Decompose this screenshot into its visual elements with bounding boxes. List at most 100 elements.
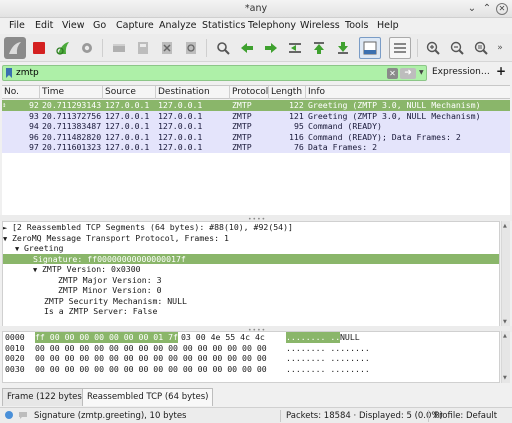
- col-header-destination[interactable]: Destination: [158, 87, 210, 97]
- packet-destination: 127.0.0.1: [158, 110, 203, 121]
- more-tools-chevron-icon[interactable]: »: [492, 37, 508, 59]
- menu-file[interactable]: File: [9, 20, 25, 31]
- menu-analyze[interactable]: Analyze: [159, 20, 196, 31]
- menu-statistics[interactable]: Statistics: [202, 20, 245, 31]
- find-packet-icon[interactable]: [212, 37, 234, 59]
- add-filter-button[interactable]: +: [496, 64, 506, 78]
- menu-wireless[interactable]: Wireless: [300, 20, 340, 31]
- detail-row-zmtp[interactable]: ▼ ZeroMQ Message Transport Protocol, Fram…: [3, 233, 499, 244]
- go-first-packet-icon[interactable]: [308, 37, 330, 59]
- packet-source: 127.0.0.1: [105, 100, 150, 110]
- open-file-icon[interactable]: [108, 37, 130, 59]
- capture-options-gear-icon[interactable]: [76, 37, 98, 59]
- detail-row-mechanism[interactable]: ZMTP Security Mechanism: NULL: [3, 296, 499, 307]
- detail-row-server[interactable]: Is a ZMTP Server: False: [3, 306, 499, 317]
- col-header-length[interactable]: Length: [271, 87, 302, 97]
- hex-offset: 0020: [5, 353, 25, 363]
- go-last-packet-icon[interactable]: [332, 37, 354, 59]
- packet-row[interactable]: 93 20.711372756 127.0.0.1 127.0.0.1 ZMTP…: [2, 110, 510, 121]
- tab-frame[interactable]: Frame (122 bytes): [2, 388, 91, 406]
- col-header-source[interactable]: Source: [105, 87, 136, 97]
- stop-capture-icon[interactable]: [28, 37, 50, 59]
- col-header-no[interactable]: No.: [4, 87, 19, 97]
- apply-filter-arrow-icon[interactable]: ➜: [400, 68, 416, 79]
- clear-filter-icon[interactable]: ✕: [387, 68, 398, 79]
- expression-button[interactable]: Expression…: [432, 67, 490, 77]
- filter-history-dropdown-icon[interactable]: ▼: [419, 69, 424, 76]
- hex-offset: 0000: [5, 332, 25, 342]
- restart-capture-icon[interactable]: [52, 37, 74, 59]
- maximize-icon[interactable]: ⌃: [481, 3, 493, 15]
- menu-help[interactable]: Help: [377, 20, 399, 31]
- menu-tools[interactable]: Tools: [345, 20, 368, 31]
- ascii-text: ........ ........: [286, 353, 370, 363]
- bytes-scrollbar[interactable]: ▲ ▼: [501, 331, 510, 383]
- col-header-time[interactable]: Time: [42, 87, 64, 97]
- packet-row[interactable]: ↕ 92 20.711293143 127.0.0.1 127.0.0.1 ZM…: [2, 100, 510, 111]
- tab-reassembled-tcp[interactable]: Reassembled TCP (64 bytes): [82, 388, 214, 406]
- hex-row[interactable]: 0010 00 00 00 00 00 00 00 00 00 00 00 00…: [3, 343, 499, 354]
- go-forward-icon[interactable]: [260, 37, 282, 59]
- detail-text: [2 Reassembled TCP Segments (64 bytes): …: [12, 222, 293, 232]
- details-scrollbar[interactable]: ▲ ▼: [501, 221, 510, 327]
- packet-row[interactable]: 97 20.711601323 127.0.0.1 127.0.0.1 ZMTP…: [2, 142, 510, 153]
- packet-info: Greeting (ZMTP 3.0, NULL Mechanism): [308, 110, 481, 121]
- go-back-icon[interactable]: [236, 37, 258, 59]
- packet-row[interactable]: 94 20.711383487 127.0.0.1 127.0.0.1 ZMTP…: [2, 121, 510, 132]
- scroll-down-icon[interactable]: ▼: [503, 375, 507, 381]
- hex-bytes-highlighted: ff 00 00 00 00 00 00 00 01 7f: [35, 332, 178, 343]
- scroll-up-icon[interactable]: ▲: [503, 223, 507, 229]
- close-icon[interactable]: ✕: [496, 3, 508, 15]
- minimize-icon[interactable]: ⌄: [466, 3, 478, 15]
- detail-text: ZMTP Security Mechanism: NULL: [44, 295, 187, 306]
- display-filter-bar: ✕ ➜ ▼ Expression… +: [0, 63, 512, 83]
- packet-time: 20.711482820: [42, 131, 102, 142]
- colorize-list-icon[interactable]: [389, 37, 411, 59]
- hex-row[interactable]: 0020 00 00 00 00 00 00 00 00 00 00 00 00…: [3, 353, 499, 364]
- detail-text: Greeting: [24, 243, 64, 253]
- scroll-up-icon[interactable]: ▲: [503, 333, 507, 339]
- zoom-reset-icon[interactable]: [470, 37, 492, 59]
- menu-capture[interactable]: Capture: [116, 20, 154, 31]
- hex-row[interactable]: 0030 00 00 00 00 00 00 00 00 00 00 00 00…: [3, 364, 499, 375]
- packet-row[interactable]: 96 20.711482820 127.0.0.1 127.0.0.1 ZMTP…: [2, 131, 510, 142]
- hex-bytes: 00 00 00 00 00 00 00 00 00 00 00 00 00 0…: [35, 342, 267, 353]
- zoom-in-icon[interactable]: [422, 37, 444, 59]
- packet-protocol: ZMTP: [232, 131, 252, 142]
- expert-info-icon[interactable]: [4, 410, 14, 423]
- col-header-protocol[interactable]: Protocol: [232, 87, 268, 97]
- menu-view[interactable]: View: [62, 20, 85, 31]
- go-to-packet-icon[interactable]: [284, 37, 306, 59]
- packet-protocol: ZMTP: [232, 142, 252, 152]
- display-filter-input[interactable]: [16, 67, 376, 79]
- ascii-text: NULL: [340, 332, 360, 342]
- close-file-icon[interactable]: [156, 37, 178, 59]
- detail-row-minor-version[interactable]: ZMTP Minor Version: 0: [3, 285, 499, 296]
- auto-scroll-icon[interactable]: [359, 37, 381, 59]
- reload-file-icon[interactable]: [180, 37, 202, 59]
- detail-row-signature[interactable]: Signature: ff00000000000000017f: [3, 253, 499, 264]
- menu-edit[interactable]: Edit: [35, 20, 53, 31]
- detail-row-major-version[interactable]: ZMTP Major Version: 3: [3, 275, 499, 286]
- capture-comment-icon[interactable]: [18, 410, 28, 423]
- main-toolbar: »: [0, 34, 512, 62]
- status-profile[interactable]: Profile: Default: [434, 411, 497, 421]
- packet-list-header: No. Time Source Destination Protocol Len…: [2, 85, 510, 99]
- shark-fin-start-icon[interactable]: [4, 37, 26, 59]
- menu-go[interactable]: Go: [93, 20, 106, 31]
- save-file-icon[interactable]: [132, 37, 154, 59]
- packet-no: 94: [29, 121, 39, 131]
- detail-row-reassembled[interactable]: ► [2 Reassembled TCP Segments (64 bytes):…: [3, 222, 499, 233]
- packet-destination: 127.0.0.1: [158, 131, 203, 142]
- menu-bar: File Edit View Go Capture Analyze Statis…: [0, 18, 512, 34]
- scroll-down-icon[interactable]: ▼: [503, 319, 507, 325]
- packet-destination: 127.0.0.1: [158, 100, 203, 110]
- packet-length: 76: [294, 142, 304, 152]
- hex-row[interactable]: 0000 ff 00 00 00 00 00 00 00 01 7f 03 00…: [3, 332, 499, 343]
- col-header-info[interactable]: Info: [308, 87, 325, 97]
- bookmark-icon[interactable]: [5, 68, 13, 79]
- menu-telephony[interactable]: Telephony: [248, 20, 296, 31]
- detail-row-greeting[interactable]: ▼ Greeting: [3, 243, 499, 254]
- zoom-out-icon[interactable]: [446, 37, 468, 59]
- detail-row-version[interactable]: ▼ ZMTP Version: 0x0300: [3, 264, 499, 275]
